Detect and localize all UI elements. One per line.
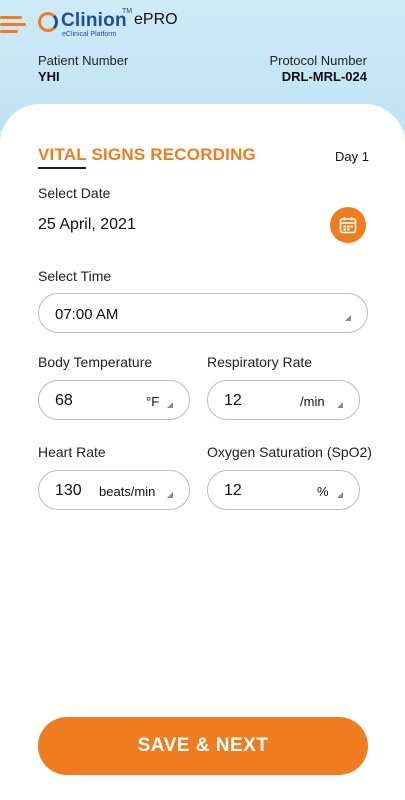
save-and-next-button[interactable]: SAVE & NEXT (38, 717, 368, 775)
logo-subtitle: eClinical Platform (62, 31, 117, 38)
respiratory-rate-value: 12 (224, 392, 242, 409)
clinion-logo: Clinion TM eClinical Platform ePRO (38, 8, 188, 38)
dropdown-caret-icon (345, 315, 351, 321)
respiratory-rate-label: Respiratory Rate (207, 354, 313, 370)
page-title: VITAL SIGNS RECORDING (38, 145, 256, 164)
select-time-label: Select Time (38, 268, 112, 284)
dropdown-caret-icon (337, 402, 343, 408)
dropdown-caret-icon (337, 492, 343, 498)
body-temperature-input[interactable]: 68 °F (38, 380, 190, 420)
respiratory-rate-unit: /min (300, 394, 325, 409)
heart-rate-value: 130 (55, 482, 82, 499)
oxygen-saturation-input[interactable]: 12 % (207, 470, 360, 510)
dropdown-caret-icon (167, 402, 173, 408)
date-value: 25 April, 2021 (38, 216, 136, 233)
heart-rate-unit: beats/min (99, 484, 156, 499)
body-temperature-value: 68 (55, 392, 73, 409)
heart-rate-input[interactable]: 130 beats/min (38, 470, 190, 510)
body-temperature-unit: °F (146, 394, 160, 409)
select-date-label: Select Date (38, 185, 111, 201)
app-name: ePRO (134, 11, 178, 28)
logo-ring-icon (38, 12, 58, 32)
protocol-number-value: DRL-MRL-024 (281, 69, 367, 84)
body-temperature-label: Body Temperature (38, 354, 153, 370)
logo-trademark: TM (122, 8, 133, 15)
title-underline (38, 167, 86, 169)
oxygen-saturation-value: 12 (224, 482, 242, 499)
logo-word: Clinion (61, 10, 127, 31)
respiratory-rate-input[interactable]: 12 /min (207, 380, 360, 420)
dropdown-caret-icon (167, 492, 173, 498)
oxygen-saturation-label: Oxygen Saturation (SpO2) (207, 444, 372, 460)
oxygen-saturation-unit: % (317, 484, 329, 499)
patient-number-value: YHI (38, 69, 60, 84)
heart-rate-label: Heart Rate (38, 444, 106, 460)
time-select[interactable]: 07:00 AM (38, 293, 368, 333)
protocol-number-label: Protocol Number (269, 53, 367, 68)
calendar-button[interactable] (330, 207, 366, 243)
calendar-icon (339, 217, 357, 234)
hamburger-menu-icon[interactable] (0, 14, 26, 36)
day-indicator: Day 1 (335, 149, 369, 164)
patient-number-label: Patient Number (38, 53, 129, 68)
time-value: 07:00 AM (55, 306, 119, 323)
